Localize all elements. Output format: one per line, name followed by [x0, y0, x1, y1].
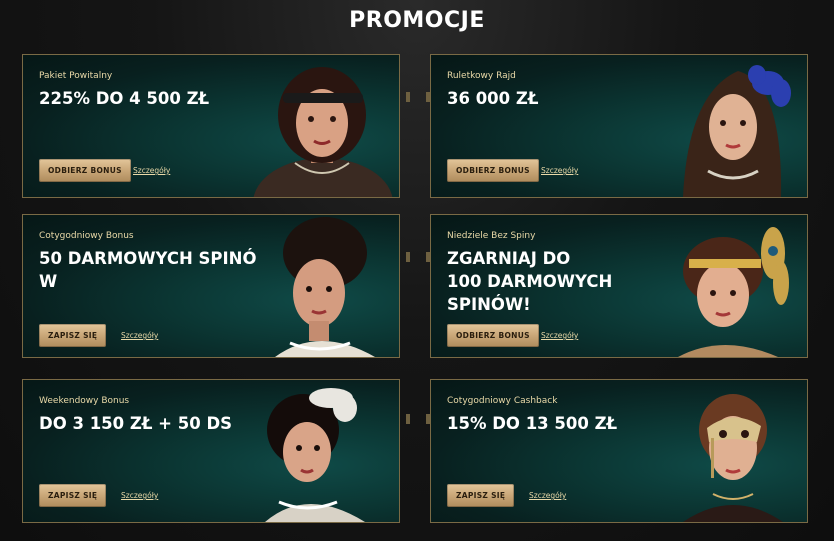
- promo-card-welcome-package: Pakiet Powitalny 225% DO 4 500 ZŁ ODBIER…: [22, 54, 400, 198]
- card-edge-marker: [406, 92, 410, 102]
- promo-label: Cotygodniowy Cashback: [447, 396, 558, 406]
- promo-headline: 15% DO 13 500 ZŁ: [447, 414, 618, 433]
- promo-card-weekend-bonus: Weekendowy Bonus DO 3 150 ZŁ + 50 DS ZAP…: [22, 379, 400, 523]
- page-title: PROMOCJE: [349, 8, 485, 33]
- promo-portrait-image: [253, 67, 393, 197]
- promo-card-roulette-rally: Ruletkowy Rajd 36 000 ZŁ ODBIERZ BONUS S…: [430, 54, 808, 198]
- card-edge-marker: [426, 252, 430, 262]
- details-link[interactable]: Szczegóły: [121, 491, 158, 500]
- promo-portrait-image: [683, 394, 783, 522]
- details-link[interactable]: Szczegóły: [121, 331, 158, 340]
- promo-headline: 36 000 ZŁ: [447, 89, 539, 108]
- promo-card-weekly-cashback: Cotygodniowy Cashback 15% DO 13 500 ZŁ Z…: [430, 379, 808, 523]
- promo-headline: DO 3 150 ZŁ + 50 DS: [39, 414, 233, 433]
- promo-label: Cotygodniowy Bonus: [39, 231, 134, 241]
- card-edge-marker: [406, 414, 410, 424]
- details-link[interactable]: Szczegóły: [541, 331, 578, 340]
- sign-up-button[interactable]: ZAPISZ SIĘ: [447, 484, 515, 507]
- sign-up-button[interactable]: ZAPISZ SIĘ: [39, 484, 107, 507]
- promo-portrait-image: [683, 65, 791, 197]
- promo-label: Weekendowy Bonus: [39, 396, 130, 406]
- promo-label: Ruletkowy Rajd: [447, 71, 516, 81]
- card-edge-marker: [406, 252, 410, 262]
- promo-portrait-image: [275, 217, 375, 357]
- promo-headline: 50 DARMOWYCH SPINÓ W: [39, 249, 257, 291]
- promo-card-weekly-bonus: Cotygodniowy Bonus 50 DARMOWYCH SPINÓ W …: [22, 214, 400, 358]
- promo-card-sunday-no-stress: Niedziele Bez Spiny ZGARNIAJ DO 100 DARM…: [430, 214, 808, 358]
- claim-bonus-button[interactable]: ODBIERZ BONUS: [447, 159, 539, 182]
- details-link[interactable]: Szczegóły: [541, 166, 578, 175]
- card-edge-marker: [426, 414, 430, 424]
- details-link[interactable]: Szczegóły: [133, 166, 170, 175]
- promo-portrait-image: [678, 227, 789, 357]
- claim-bonus-button[interactable]: ODBIERZ BONUS: [39, 159, 131, 182]
- promo-headline: ZGARNIAJ DO 100 DARMOWYCH SPINÓW!: [447, 249, 613, 314]
- sign-up-button[interactable]: ZAPISZ SIĘ: [39, 324, 107, 347]
- promo-label: Pakiet Powitalny: [39, 71, 113, 81]
- promo-headline: 225% DO 4 500 ZŁ: [39, 89, 210, 108]
- promo-portrait-image: [265, 388, 365, 522]
- promo-label: Niedziele Bez Spiny: [447, 231, 536, 241]
- claim-bonus-button[interactable]: ODBIERZ BONUS: [447, 324, 539, 347]
- card-edge-marker: [426, 92, 430, 102]
- details-link[interactable]: Szczegóły: [529, 491, 566, 500]
